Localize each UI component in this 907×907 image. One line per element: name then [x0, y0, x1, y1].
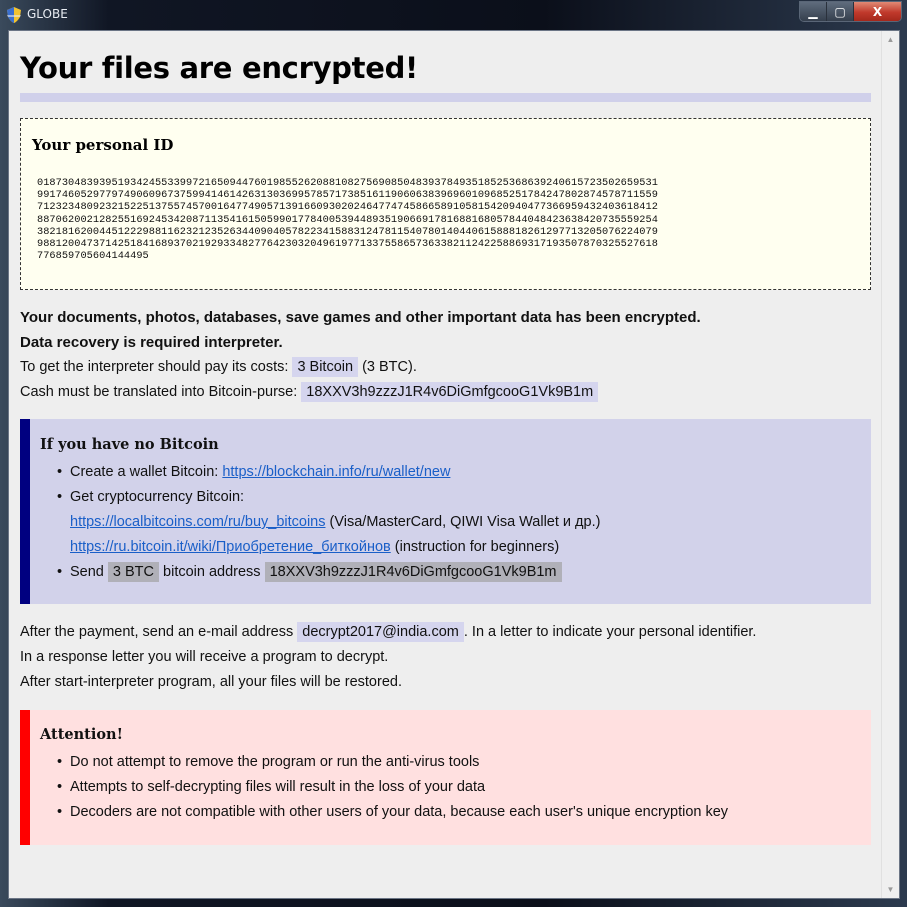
cost-prefix: To get the interpreter should pay its co…	[20, 359, 289, 375]
email-line: After the payment, send an e-mail addres…	[20, 622, 757, 642]
blockchain-link[interactable]: https://blockchain.info/ru/wallet/new	[222, 464, 450, 480]
id-line: 7123234809232152251375574570016477490571…	[37, 201, 658, 214]
bullet-icon: •	[57, 489, 63, 505]
maximize-button[interactable]: ▢	[827, 2, 854, 21]
encrypted-notice: Your documents, photos, databases, save …	[20, 309, 701, 326]
send-label: Send	[70, 564, 104, 580]
bullet-icon: •	[57, 464, 63, 480]
id-line: 0187304839395193424553399721650944760198…	[37, 177, 658, 189]
personal-id-value[interactable]: 0187304839395193424553399721650944760198…	[37, 177, 658, 262]
list-item: • Create a wallet Bitcoin: https://block…	[57, 464, 450, 480]
bitcoin-wiki-link[interactable]: https://ru.bitcoin.it/wiki/Приобретение_…	[70, 539, 391, 555]
purse-prefix: Cash must be translated into Bitcoin-pur…	[20, 384, 298, 400]
link-row: https://ru.bitcoin.it/wiki/Приобретение_…	[70, 539, 559, 555]
page-title: Your files are encrypted!	[20, 51, 418, 85]
minimize-button[interactable]: ▁	[800, 2, 827, 21]
list-item: • Decoders are not compatible with other…	[57, 804, 729, 820]
window-title: GLOBE	[27, 7, 68, 21]
content-area: ▲ ▼ Your files are encrypted! Your perso…	[8, 30, 900, 899]
send-amount: 3 BTC	[107, 562, 159, 582]
shield-icon	[7, 7, 21, 23]
purse-line: Cash must be translated into Bitcoin-pur…	[20, 382, 599, 402]
bullet-icon: •	[57, 804, 63, 820]
localbitcoins-link[interactable]: https://localbitcoins.com/ru/buy_bitcoin…	[70, 514, 326, 530]
email-prefix: After the payment, send an e-mail addres…	[20, 624, 294, 640]
scroll-down-icon[interactable]: ▼	[882, 881, 899, 898]
bitcoin-address[interactable]: 18XXV3h9zzzJ1R4v6DiGmfgcooG1Vk9B1m	[301, 382, 599, 402]
send-address[interactable]: 18XXV3h9zzzJ1R4v6DiGmfgcooG1Vk9B1m	[264, 562, 562, 582]
bullet-icon: •	[57, 779, 63, 795]
email-address[interactable]: decrypt2017@india.com	[297, 622, 464, 642]
link-row: https://localbitcoins.com/ru/buy_bitcoin…	[70, 514, 600, 530]
response-line: In a response letter you will receive a …	[20, 649, 389, 665]
restore-line: After start-interpreter program, all you…	[20, 674, 402, 690]
link-note: (instruction for beginners)	[394, 539, 560, 555]
cost-suffix: (3 BTC).	[362, 359, 417, 375]
cost-line: To get the interpreter should pay its co…	[20, 357, 417, 377]
close-button[interactable]: X	[854, 2, 901, 21]
personal-id-box: Your personal ID 01873048393951934245533…	[20, 118, 871, 290]
id-line: 3821816200445122298811623212352634409040…	[37, 225, 658, 238]
bullet-icon: •	[57, 754, 63, 770]
list-item: • Attempts to self-decrypting files will…	[57, 779, 486, 795]
title-bar[interactable]: GLOBE ▁ ▢ X	[0, 0, 907, 30]
item-text: Do not attempt to remove the program or …	[70, 754, 480, 770]
id-line: 9917460529779749060967375994146142631303…	[37, 189, 658, 202]
list-item: • Get cryptocurrency Bitcoin:	[57, 489, 245, 505]
link-note: (Visa/MasterCard, QIWI Visa Wallet и др.…	[329, 514, 601, 530]
list-item: • Do not attempt to remove the program o…	[57, 754, 480, 770]
id-line: 8870620021282551692453420871135416150599…	[37, 213, 658, 226]
attention-title: Attention!	[40, 726, 123, 743]
list-item: • Send 3 BTC bitcoin address 18XXV3h9zzz…	[57, 562, 562, 582]
bullet-icon: •	[57, 564, 63, 580]
item-text: Create a wallet Bitcoin:	[70, 464, 219, 480]
item-text: Attempts to self-decrypting files will r…	[70, 779, 486, 795]
item-text: Get cryptocurrency Bitcoin:	[70, 489, 245, 505]
send-middle: bitcoin address	[163, 564, 261, 580]
ransom-window: GLOBE ▁ ▢ X ▲ ▼ Your files are encrypted…	[0, 0, 907, 907]
vertical-scrollbar[interactable]: ▲ ▼	[881, 31, 899, 898]
id-line: 9881200473714251841689370219293348277642…	[37, 238, 658, 251]
no-bitcoin-title: If you have no Bitcoin	[40, 436, 219, 453]
personal-id-label: Your personal ID	[32, 136, 174, 154]
recovery-notice: Data recovery is required interpreter.	[20, 334, 283, 351]
id-line: 776859705604144495	[37, 250, 149, 263]
item-text: Decoders are not compatible with other u…	[70, 804, 729, 820]
scroll-up-icon[interactable]: ▲	[882, 31, 899, 48]
window-controls: ▁ ▢ X	[799, 1, 902, 22]
email-suffix: . In a letter to indicate your personal …	[463, 624, 757, 640]
cost-value: 3 Bitcoin	[292, 357, 359, 377]
attention-box: Attention! • Do not attempt to remove th…	[20, 710, 871, 845]
no-bitcoin-box: If you have no Bitcoin • Create a wallet…	[20, 419, 871, 604]
title-divider	[20, 93, 871, 102]
